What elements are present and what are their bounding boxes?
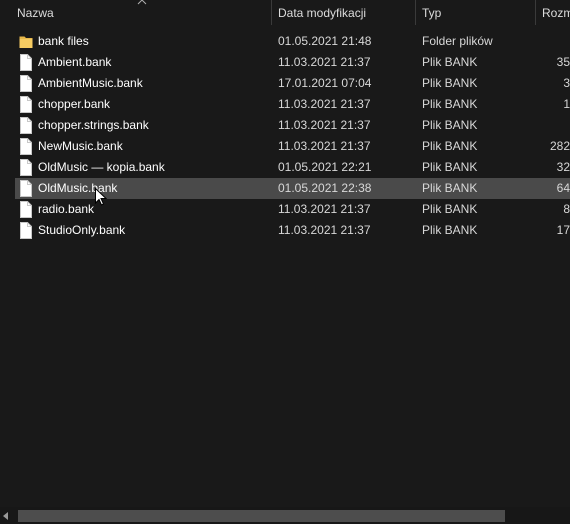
file-date: 01.05.2021 22:38 bbox=[278, 181, 372, 195]
mouse-pointer-icon bbox=[95, 188, 107, 206]
file-size: 64 bbox=[556, 181, 570, 195]
file-type: Plik BANK bbox=[422, 55, 478, 69]
file-date: 01.05.2021 22:21 bbox=[278, 160, 372, 174]
file-type: Plik BANK bbox=[422, 160, 478, 174]
scrollbar-thumb[interactable] bbox=[18, 510, 505, 522]
column-date-label: Data modyfikacji bbox=[278, 6, 367, 20]
file-date: 01.05.2021 21:48 bbox=[278, 34, 372, 48]
column-size-label: Rozm bbox=[542, 6, 570, 20]
file-name: StudioOnly.bank bbox=[38, 223, 126, 237]
file-name: NewMusic.bank bbox=[38, 139, 123, 153]
file-name: chopper.strings.bank bbox=[38, 118, 149, 132]
file-name: AmbientMusic.bank bbox=[38, 76, 143, 90]
file-type: Plik BANK bbox=[422, 202, 478, 216]
file-row-ambient[interactable]: Ambient.bank 11.03.2021 21:37 Plik BANK … bbox=[15, 52, 570, 73]
scroll-left-icon[interactable] bbox=[3, 512, 8, 520]
file-icon bbox=[20, 96, 32, 113]
column-name-label: Nazwa bbox=[17, 6, 54, 20]
column-size-header[interactable]: Rozm bbox=[536, 0, 570, 27]
file-size bbox=[535, 115, 570, 136]
file-type: Plik BANK bbox=[422, 181, 478, 195]
file-icon bbox=[20, 180, 32, 197]
file-name: OldMusic — kopia.bank bbox=[38, 160, 165, 174]
file-icon bbox=[20, 75, 32, 92]
file-size: 1 bbox=[563, 97, 570, 111]
column-name-header[interactable]: Nazwa bbox=[0, 0, 271, 27]
file-size: 17 bbox=[556, 223, 570, 237]
file-date: 17.01.2021 07:04 bbox=[278, 76, 372, 90]
file-size: 8 bbox=[563, 202, 570, 216]
file-type: Plik BANK bbox=[422, 97, 478, 111]
file-date: 11.03.2021 21:37 bbox=[278, 202, 371, 216]
file-date: 11.03.2021 21:37 bbox=[278, 139, 371, 153]
file-row-newmusic[interactable]: NewMusic.bank 11.03.2021 21:37 Plik BANK… bbox=[15, 136, 570, 157]
file-date: 11.03.2021 21:37 bbox=[278, 118, 371, 132]
file-date: 11.03.2021 21:37 bbox=[278, 97, 371, 111]
file-type: Plik BANK bbox=[422, 223, 478, 237]
file-type: Plik BANK bbox=[422, 139, 478, 153]
file-icon bbox=[20, 159, 32, 176]
horizontal-scrollbar[interactable] bbox=[0, 507, 570, 524]
file-icon bbox=[20, 201, 32, 218]
file-row-studioonly[interactable]: StudioOnly.bank 11.03.2021 21:37 Plik BA… bbox=[15, 220, 570, 241]
file-size: 32 bbox=[556, 160, 570, 174]
column-type-label: Typ bbox=[422, 6, 442, 20]
file-type: Plik BANK bbox=[422, 118, 478, 132]
file-date: 11.03.2021 21:37 bbox=[278, 55, 371, 69]
file-row-bank-files[interactable]: bank files 01.05.2021 21:48 Folder plikó… bbox=[15, 31, 570, 52]
file-icon bbox=[20, 222, 32, 239]
file-row-oldmusic-kopia[interactable]: OldMusic — kopia.bank 01.05.2021 22:21 P… bbox=[15, 157, 570, 178]
file-size bbox=[535, 31, 570, 52]
file-name: Ambient.bank bbox=[38, 55, 112, 69]
file-date: 11.03.2021 21:37 bbox=[278, 223, 371, 237]
file-icon bbox=[20, 117, 32, 134]
column-type-header[interactable]: Typ bbox=[416, 0, 535, 27]
column-date-header[interactable]: Data modyfikacji bbox=[272, 0, 415, 27]
file-size: 35 bbox=[556, 55, 570, 69]
file-row-ambientmusic[interactable]: AmbientMusic.bank 17.01.2021 07:04 Plik … bbox=[15, 73, 570, 94]
file-type: Plik BANK bbox=[422, 76, 478, 90]
folder-icon bbox=[19, 36, 33, 48]
file-name: OldMusic.bank bbox=[38, 181, 118, 195]
file-type: Folder plików bbox=[422, 34, 493, 48]
file-name: bank files bbox=[38, 34, 89, 48]
file-size: 282 bbox=[549, 139, 570, 153]
file-row-chopper[interactable]: chopper.bank 11.03.2021 21:37 Plik BANK … bbox=[15, 94, 570, 115]
column-header: Nazwa Data modyfikacji Typ Rozm bbox=[0, 0, 570, 27]
file-row-chopper-strings[interactable]: chopper.strings.bank 11.03.2021 21:37 Pl… bbox=[15, 115, 570, 136]
file-name: radio.bank bbox=[38, 202, 95, 216]
file-icon bbox=[20, 54, 32, 71]
file-icon bbox=[20, 138, 32, 155]
file-size: 3 bbox=[563, 76, 570, 90]
file-name: chopper.bank bbox=[38, 97, 111, 111]
